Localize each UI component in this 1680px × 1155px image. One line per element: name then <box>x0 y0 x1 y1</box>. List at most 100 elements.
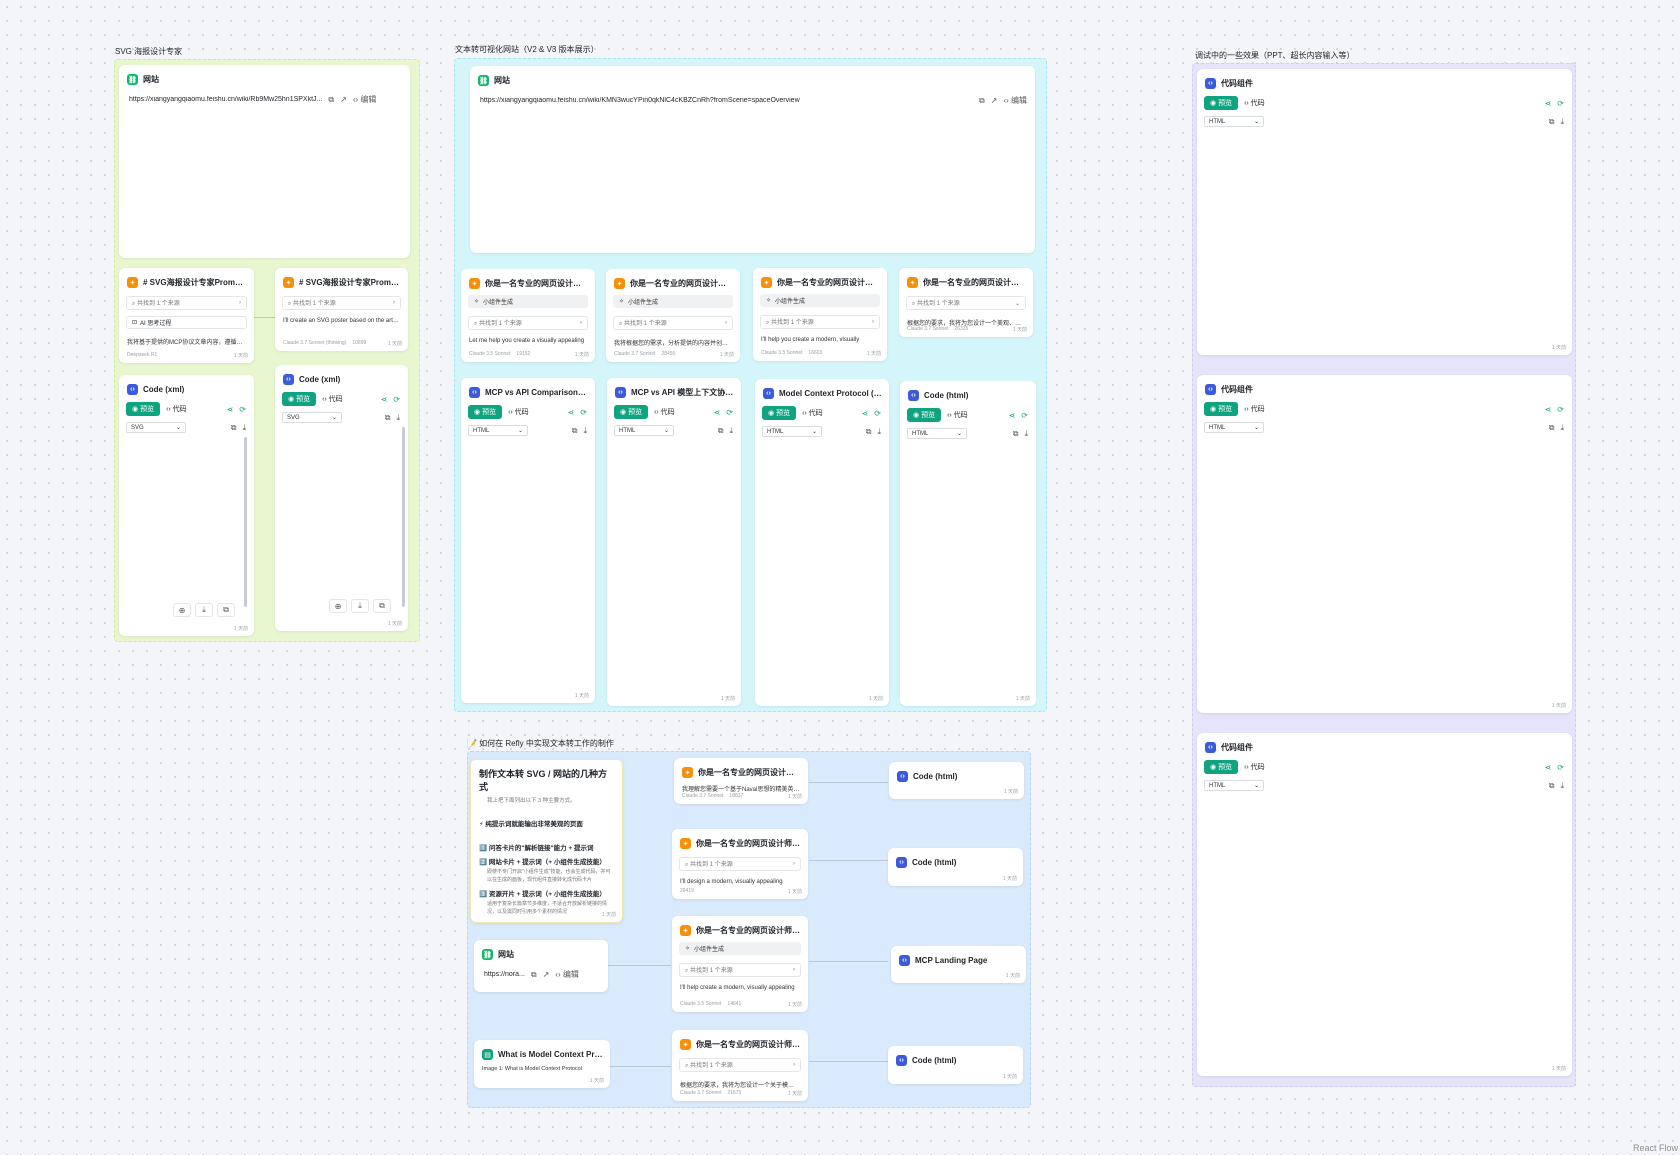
code-widget-node[interactable]: ‹› 代码组件 ◉ 预览 ‹› 代码 ⋖ ⟳ HTML ⌄ ⧉ ⤓ 1 天前 <box>1197 69 1572 355</box>
skill-node[interactable]: ✦# SVG海报设计专家Prompt 你是... ⌕ 共找到 1 个来源› I'… <box>275 268 408 351</box>
zoom-in-icon[interactable]: ⊕ <box>173 603 191 617</box>
skill-node[interactable]: ✦你是一名专业的网页设计师和前端... ✧小组件生成 ⌕ 共找到 1 个来源› … <box>672 916 808 1012</box>
website-node[interactable]: ⛓ 网站 https://xiangyangqiaomu.feishu.cn/wi… <box>119 65 410 258</box>
refresh-icon[interactable]: ⟳ <box>239 405 246 414</box>
share-icon[interactable]: ⋖ <box>227 405 234 414</box>
skill-node[interactable]: ✦你是一名专业的网页设计师和前端... ⌕ 共找到 1 个来源⌄ 根据您的要求，… <box>899 268 1033 337</box>
code-node[interactable]: ‹› Code (html) 1 天前 <box>889 762 1024 799</box>
code-node[interactable]: ‹› Code (xml) ◉ 预览 ‹› 代码 ⋖ ⟳ SVG ⌄ ⧉ ⤓ ⊕ ⤓ ⧉ 1 天前 <box>275 365 408 631</box>
source-dropdown[interactable]: ⌕ 共找到 1 个来源 › <box>760 315 880 329</box>
tab-preview[interactable]: ◉ 预览 <box>1204 760 1239 774</box>
tab-preview[interactable]: ◉ 预览 <box>907 408 942 422</box>
refresh-icon[interactable]: ⟳ <box>580 408 587 417</box>
tab-code[interactable]: ‹› 代码 <box>654 407 675 417</box>
copy-icon[interactable]: ⧉ <box>1013 429 1019 439</box>
tab-code[interactable]: ‹› 代码 <box>1244 762 1265 772</box>
react-flow-attribution[interactable]: React Flow <box>1633 1143 1678 1153</box>
external-link-icon[interactable]: ↗ <box>340 95 347 104</box>
download-icon[interactable]: ⤓ <box>583 426 587 436</box>
copy-icon[interactable]: ⧉ <box>217 603 235 617</box>
edit-button[interactable]: ‹› 编辑 <box>1003 95 1027 106</box>
source-dropdown[interactable]: ⌕ 共找到 1 个来源 › <box>679 857 801 871</box>
source-dropdown[interactable]: ⌕ 共找到 1 个来源 › <box>679 1058 801 1072</box>
refresh-icon[interactable]: ⟳ <box>393 395 400 404</box>
code-node[interactable]: ‹› Code (xml) ◉ 预览 ‹› 代码 ⋖ ⟳ SVG ⌄ ⧉ ⤓ ⊕ ⤓ ⧉ 1 天前 <box>119 375 254 636</box>
download-icon[interactable]: ⤓ <box>1560 423 1564 433</box>
tab-code[interactable]: ‹› 代码 <box>166 404 187 414</box>
language-select[interactable]: SVG ⌄ <box>126 422 186 433</box>
skill-node[interactable]: ✦你是一名专业的网页设计师和前端... ✧小组件生成 ⌕ 共找到 1 个来源› … <box>461 269 595 362</box>
ai-thinking-toggle[interactable]: ⊡ AI 思考过程 <box>126 316 247 329</box>
code-node[interactable]: ‹› Code (html) 1 天前 <box>888 1046 1023 1084</box>
language-select[interactable]: SVG ⌄ <box>282 412 342 423</box>
source-dropdown[interactable]: ⌕ 共找到 1 个来源 › <box>468 316 588 330</box>
code-node[interactable]: ‹› Code (html) ◉ 预览 ‹› 代码 ⋖ ⟳ HTML ⌄ ⧉ ⤓ 1 天前 <box>900 381 1036 706</box>
code-node[interactable]: ‹› MCP Landing Page 1 天前 <box>891 946 1026 983</box>
tab-preview[interactable]: ◉ 预览 <box>762 406 797 420</box>
source-dropdown[interactable]: ⌕ 共找到 1 个来源 › <box>282 296 401 310</box>
tab-preview[interactable]: ◉ 预览 <box>126 402 161 416</box>
share-icon[interactable]: ⋖ <box>1545 763 1552 772</box>
code-widget-node[interactable]: ‹› 代码组件 ◉ 预览 ‹› 代码 ⋖ ⟳ HTML ⌄ ⧉ ⤓ 1 天前 <box>1197 733 1572 1076</box>
download-icon[interactable]: ⤓ <box>729 426 733 436</box>
website-node[interactable]: ⛓ 网站 https://nora... ⧉ ↗ ‹› 编辑 <box>474 940 608 992</box>
source-dropdown[interactable]: ⌕ 共找到 1 个来源 › <box>613 316 733 330</box>
download-icon[interactable]: ⤓ <box>1024 429 1028 439</box>
share-icon[interactable]: ⋖ <box>862 409 869 418</box>
code-node[interactable]: ‹›Model Context Protocol (MCP) ... ◉ 预览‹… <box>755 379 889 706</box>
share-icon[interactable]: ⋖ <box>1009 411 1016 420</box>
copy-icon[interactable]: ⧉ <box>1549 117 1555 127</box>
share-icon[interactable]: ⋖ <box>714 408 721 417</box>
language-select[interactable]: HTML ⌄ <box>614 425 674 436</box>
copy-icon[interactable]: ⧉ <box>385 413 391 423</box>
copy-icon[interactable]: ⧉ <box>979 96 985 106</box>
zoom-in-icon[interactable]: ⊕ <box>329 599 347 613</box>
edit-button[interactable]: ‹› 编辑 <box>353 94 377 105</box>
refresh-icon[interactable]: ⟳ <box>874 409 881 418</box>
copy-icon[interactable]: ⧉ <box>1549 423 1555 433</box>
doc-note-node[interactable]: 制作文本转 SVG / 网站的几种方式 我上把下面列出以下 3 种主要方式。 ⚡… <box>470 759 623 923</box>
external-link-icon[interactable]: ↗ <box>991 96 998 105</box>
copy-icon[interactable]: ⧉ <box>1549 781 1555 791</box>
tab-preview[interactable]: ◉ 预览 <box>1204 402 1239 416</box>
share-icon[interactable]: ⋖ <box>568 408 575 417</box>
language-select[interactable]: HTML ⌄ <box>762 426 822 437</box>
tab-preview[interactable]: ◉ 预览 <box>1204 96 1239 110</box>
source-dropdown[interactable]: ⌕ 共找到 1 个来源 › <box>126 296 247 310</box>
code-node[interactable]: ‹›MCP vs API 模型上下文协议可视... ◉ 预览‹› 代码⋖⟳ HT… <box>607 378 741 706</box>
scrollbar[interactable] <box>244 437 247 607</box>
code-node[interactable]: ‹› Code (html) 1 天前 <box>888 848 1023 886</box>
refresh-icon[interactable]: ⟳ <box>1557 99 1564 108</box>
code-widget-node[interactable]: ‹› 代码组件 ◉ 预览 ‹› 代码 ⋖ ⟳ HTML ⌄ ⧉ ⤓ 1 天前 <box>1197 375 1572 713</box>
copy-icon[interactable]: ⧉ <box>866 427 872 437</box>
tab-preview[interactable]: ◉ 预览 <box>614 405 649 419</box>
tab-code[interactable]: ‹› 代码 <box>802 408 823 418</box>
skill-node[interactable]: ✦# SVG海报设计专家Prompt 你是... ⌕ 共找到 1 个来源› ⊡A… <box>119 268 254 363</box>
resource-node[interactable]: ▤What is Model Context Protoco... Image … <box>474 1040 610 1088</box>
copy-icon[interactable]: ⧉ <box>531 970 537 980</box>
source-dropdown[interactable]: ⌕ 共找到 1 个来源 ⌄ <box>906 296 1026 310</box>
tab-preview[interactable]: ◉ 预览 <box>468 405 503 419</box>
website-node[interactable]: ⛓ 网站 https://xiangyangqiaomu.feishu.cn/wi… <box>470 66 1035 253</box>
download-icon[interactable]: ⤓ <box>1560 117 1564 127</box>
language-select[interactable]: HTML ⌄ <box>1204 422 1264 433</box>
share-icon[interactable]: ⋖ <box>1545 99 1552 108</box>
tab-preview[interactable]: ◉ 预览 <box>282 392 317 406</box>
download-icon[interactable]: ⤓ <box>396 413 400 423</box>
copy-icon[interactable]: ⧉ <box>572 426 578 436</box>
external-link-icon[interactable]: ↗ <box>543 970 550 979</box>
language-select[interactable]: HTML ⌄ <box>907 428 967 439</box>
language-select[interactable]: HTML ⌄ <box>468 425 528 436</box>
tab-code[interactable]: ‹› 代码 <box>947 410 968 420</box>
edit-button[interactable]: ‹› 编辑 <box>555 969 579 980</box>
copy-icon[interactable]: ⧉ <box>373 599 391 613</box>
download-icon[interactable]: ⤓ <box>195 603 213 617</box>
copy-icon[interactable]: ⧉ <box>718 426 724 436</box>
refresh-icon[interactable]: ⟳ <box>1557 763 1564 772</box>
skill-node[interactable]: ✦你是一名专业的网页设计师和前端... ✧小组件生成 ⌕ 共找到 1 个来源› … <box>606 269 740 362</box>
refresh-icon[interactable]: ⟳ <box>1021 411 1028 420</box>
share-icon[interactable]: ⋖ <box>1545 405 1552 414</box>
skill-node[interactable]: ✦你是一名专业的网页设计师和前端... ⌕ 共找到 1 个来源› 根据您的要求，… <box>672 1030 808 1101</box>
download-icon[interactable]: ⤓ <box>877 427 881 437</box>
share-icon[interactable]: ⋖ <box>381 395 388 404</box>
